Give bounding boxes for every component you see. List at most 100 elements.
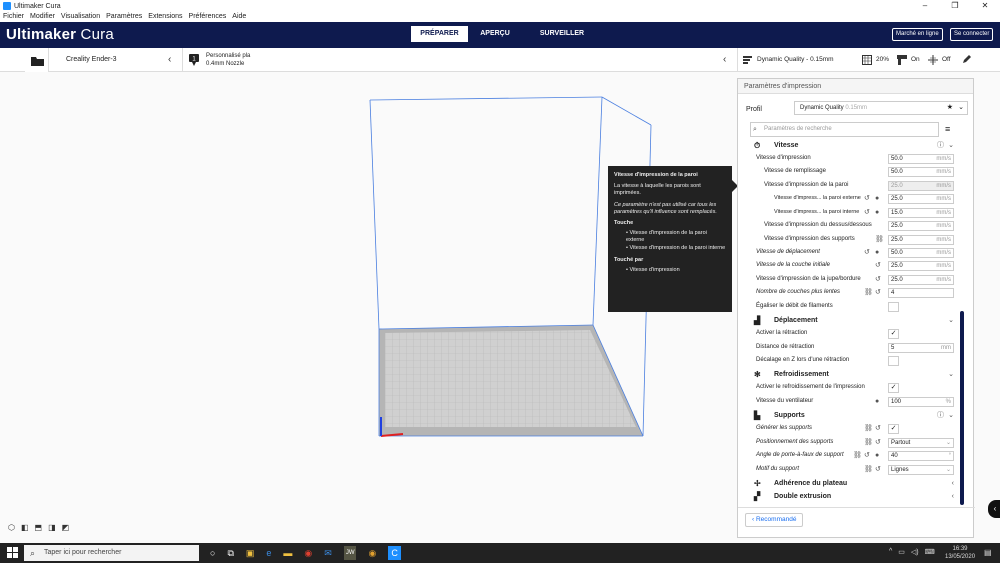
setting-row[interactable]: Vitesse d'impress... la paroi externe ↺ ● 2… bbox=[738, 192, 975, 205]
store-icon[interactable]: ▣ bbox=[246, 546, 255, 560]
adhesion-icon: ✢ bbox=[754, 479, 761, 488]
setting-row[interactable]: Égaliser le débit de filaments bbox=[738, 300, 975, 313]
setting-row[interactable]: Activer le refroidissement de l'impressi… bbox=[738, 381, 975, 394]
view-left-icon[interactable]: ◨ bbox=[48, 523, 56, 532]
category-vitesse[interactable]: ⏱ Vitesse ⓘ ⌄ bbox=[746, 141, 958, 152]
category-double-extrusion[interactable]: ▞ Double extrusion ‹ bbox=[746, 490, 958, 503]
open-file-button[interactable] bbox=[25, 48, 49, 72]
view-3d-icon[interactable]: ⬡ bbox=[8, 523, 15, 532]
notifications-icon[interactable]: ▤ bbox=[984, 548, 992, 557]
menu-extensions[interactable]: Extensions bbox=[145, 12, 185, 22]
printer-collapse-chevron-icon[interactable]: ‹ bbox=[168, 54, 171, 65]
setting-input: 4 bbox=[888, 287, 954, 298]
maximize-button[interactable]: ❐ bbox=[940, 0, 970, 12]
chrome-icon[interactable]: ◉ bbox=[304, 546, 312, 560]
task-view-icon[interactable]: ⧉ bbox=[227, 546, 233, 560]
windows-start-icon[interactable] bbox=[7, 547, 18, 558]
signin-button[interactable]: Se connecter bbox=[950, 28, 994, 41]
checkbox: ✓ bbox=[888, 328, 899, 339]
stage-toolbar: Creality Ender-3 ‹ 1 Personnalisé pla 0.… bbox=[0, 48, 1000, 72]
volume-icon[interactable]: ◁) bbox=[911, 548, 919, 556]
category-refroidissement[interactable]: ✻ Refroidissement ⌄ bbox=[746, 368, 958, 381]
setting-row[interactable]: Activer la rétraction ✓ bbox=[738, 327, 975, 340]
view-front-icon[interactable]: ◧ bbox=[21, 523, 29, 532]
close-button[interactable]: ✕ bbox=[970, 0, 1000, 12]
setting-select: Lignes ⌄ bbox=[888, 464, 954, 475]
setting-row[interactable]: Positionnement des supports ⛓ ↺ Partout ⌄ bbox=[738, 436, 975, 449]
setting-row[interactable]: Générer les supports ⛓ ↺ ✓ bbox=[738, 422, 975, 435]
mail-icon[interactable]: ✉ bbox=[324, 546, 332, 560]
menu-aide[interactable]: Aide bbox=[229, 12, 249, 22]
recommended-button[interactable]: ‹ Recommandé bbox=[745, 513, 804, 527]
checkbox: ✓ bbox=[888, 382, 899, 393]
setting-row[interactable]: Nombre de couches plus lentes ⛓ ↺ 4 bbox=[738, 286, 975, 299]
chevron-down-icon: ⌄ bbox=[958, 104, 964, 111]
menu-bar: Fichier Modifier Visualisation Paramètre… bbox=[0, 12, 1000, 22]
fan-icon: ✻ bbox=[754, 370, 761, 379]
tab-apercu[interactable]: APERÇU bbox=[468, 26, 522, 42]
menu-visualisation[interactable]: Visualisation bbox=[58, 12, 103, 22]
setting-input: 25.0 mm/s bbox=[888, 193, 954, 204]
setting-row[interactable]: Vitesse d'impression des supports ⛓ 25.0 mm… bbox=[738, 233, 975, 246]
favorite-star-icon[interactable]: ★ bbox=[947, 102, 953, 114]
setting-row[interactable]: Angle de porte-à-faux de support ⛓ ↺ ● 40 ° bbox=[738, 449, 975, 462]
clock[interactable]: 16:39 13/05/2020 bbox=[945, 545, 975, 561]
settings-menu-icon[interactable]: ≡ bbox=[945, 124, 950, 134]
category-supports[interactable]: ▙ Supports ⓘ ⌄ bbox=[746, 409, 958, 422]
search-icon: ⌕ bbox=[753, 126, 757, 133]
setting-row[interactable]: Vitesse d'impression 50.0 mm/s bbox=[738, 152, 975, 165]
setting-row[interactable]: Vitesse de déplacement ↺ ● 50.0 mm/s bbox=[738, 246, 975, 259]
keyboard-icon[interactable]: ⌨ bbox=[925, 548, 935, 556]
setting-row[interactable]: Motif du support ⛓ ↺ Lignes ⌄ bbox=[738, 463, 975, 476]
edge-icon[interactable]: e bbox=[266, 546, 271, 560]
side-collapse-button[interactable]: ‹ bbox=[988, 500, 1000, 518]
view-right-icon[interactable]: ◩ bbox=[62, 523, 70, 532]
chrome-2-icon[interactable]: ◉ bbox=[368, 546, 376, 560]
cortana-icon[interactable]: ○ bbox=[210, 546, 215, 560]
setting-row[interactable]: Vitesse d'impress... la paroi interne ↺ ● 1… bbox=[738, 206, 975, 219]
chevron-left-icon: ‹ bbox=[951, 493, 954, 500]
reset-icon: ↺ bbox=[864, 452, 870, 459]
reset-icon: ↺ bbox=[875, 289, 881, 296]
edit-pencil-icon[interactable] bbox=[962, 55, 971, 64]
menu-modifier[interactable]: Modifier bbox=[27, 12, 58, 22]
file-explorer-icon[interactable]: ▬ bbox=[283, 546, 292, 560]
material-collapse-chevron-icon[interactable]: ‹ bbox=[723, 54, 726, 65]
profile-summary[interactable]: Dynamic Quality - 0.15mm bbox=[757, 56, 834, 63]
setting-row[interactable]: Distance de rétraction 5 mm bbox=[738, 341, 975, 354]
menu-preferences[interactable]: Préférences bbox=[186, 12, 230, 22]
checkbox bbox=[888, 301, 899, 312]
material-name[interactable]: Personnalisé pla bbox=[206, 53, 250, 59]
setting-row[interactable]: Vitesse d'impression du dessus/dessous 25… bbox=[738, 219, 975, 232]
marketplace-button[interactable]: Marché en ligne bbox=[892, 28, 943, 41]
cura-app-icon bbox=[3, 2, 11, 10]
minimize-button[interactable]: – bbox=[910, 0, 940, 12]
setting-row[interactable]: Décalage en Z lors d'une rétraction bbox=[738, 354, 975, 367]
settings-scrollbar[interactable] bbox=[960, 311, 964, 505]
tab-preparer[interactable]: PRÉPARER bbox=[411, 26, 468, 42]
category-adherence[interactable]: ✢ Adhérence du plateau ‹ bbox=[746, 477, 958, 490]
printer-name[interactable]: Creality Ender-3 bbox=[66, 56, 117, 63]
setting-row[interactable]: Vitesse de la couche initiale ↺ 25.0 mm/s bbox=[738, 259, 975, 272]
tray-chevron-icon[interactable]: ^ bbox=[889, 548, 892, 556]
profile-dropdown[interactable]: Dynamic Quality 0.15mm ★ ⌄ bbox=[794, 101, 968, 115]
jw-app-icon[interactable]: JW bbox=[343, 546, 357, 560]
setting-input: 5 mm bbox=[888, 342, 954, 353]
cura-taskbar-icon[interactable]: C bbox=[388, 546, 401, 560]
windows-taskbar: ⌕ Taper ici pour rechercher ○ ⧉ ▣ e ▬ ◉ … bbox=[0, 543, 1000, 563]
tab-surveiller[interactable]: SURVEILLER bbox=[522, 26, 602, 42]
tooltip-note: Ce paramètre n'est pas utilisé car tous … bbox=[614, 201, 717, 215]
setting-row[interactable]: Vitesse du ventilateur ● 100% bbox=[738, 395, 975, 408]
view-top-icon[interactable]: ⬒ bbox=[35, 523, 43, 532]
category-deplacement[interactable]: ▟ Déplacement ⌄ bbox=[746, 314, 958, 327]
taskbar-search-input[interactable]: ⌕ Taper ici pour rechercher bbox=[24, 545, 199, 561]
network-icon[interactable]: ▭ bbox=[898, 548, 905, 556]
menu-fichier[interactable]: Fichier bbox=[0, 12, 27, 22]
nozzle-size[interactable]: 0.4mm Nozzle bbox=[206, 61, 244, 67]
setting-row[interactable]: Vitesse d'impression de la paroi 25.0 mm/s bbox=[738, 179, 975, 192]
settings-search-input[interactable]: ⌕ Paramètres de recherche bbox=[750, 122, 939, 137]
setting-row[interactable]: Vitesse d'impression de la jupe/bordure ↺… bbox=[738, 273, 975, 286]
setting-row[interactable]: Vitesse de remplissage 50.0 mm/s bbox=[738, 165, 975, 178]
link-icon: ⛓ bbox=[864, 466, 873, 473]
menu-parametres[interactable]: Paramètres bbox=[103, 12, 145, 22]
